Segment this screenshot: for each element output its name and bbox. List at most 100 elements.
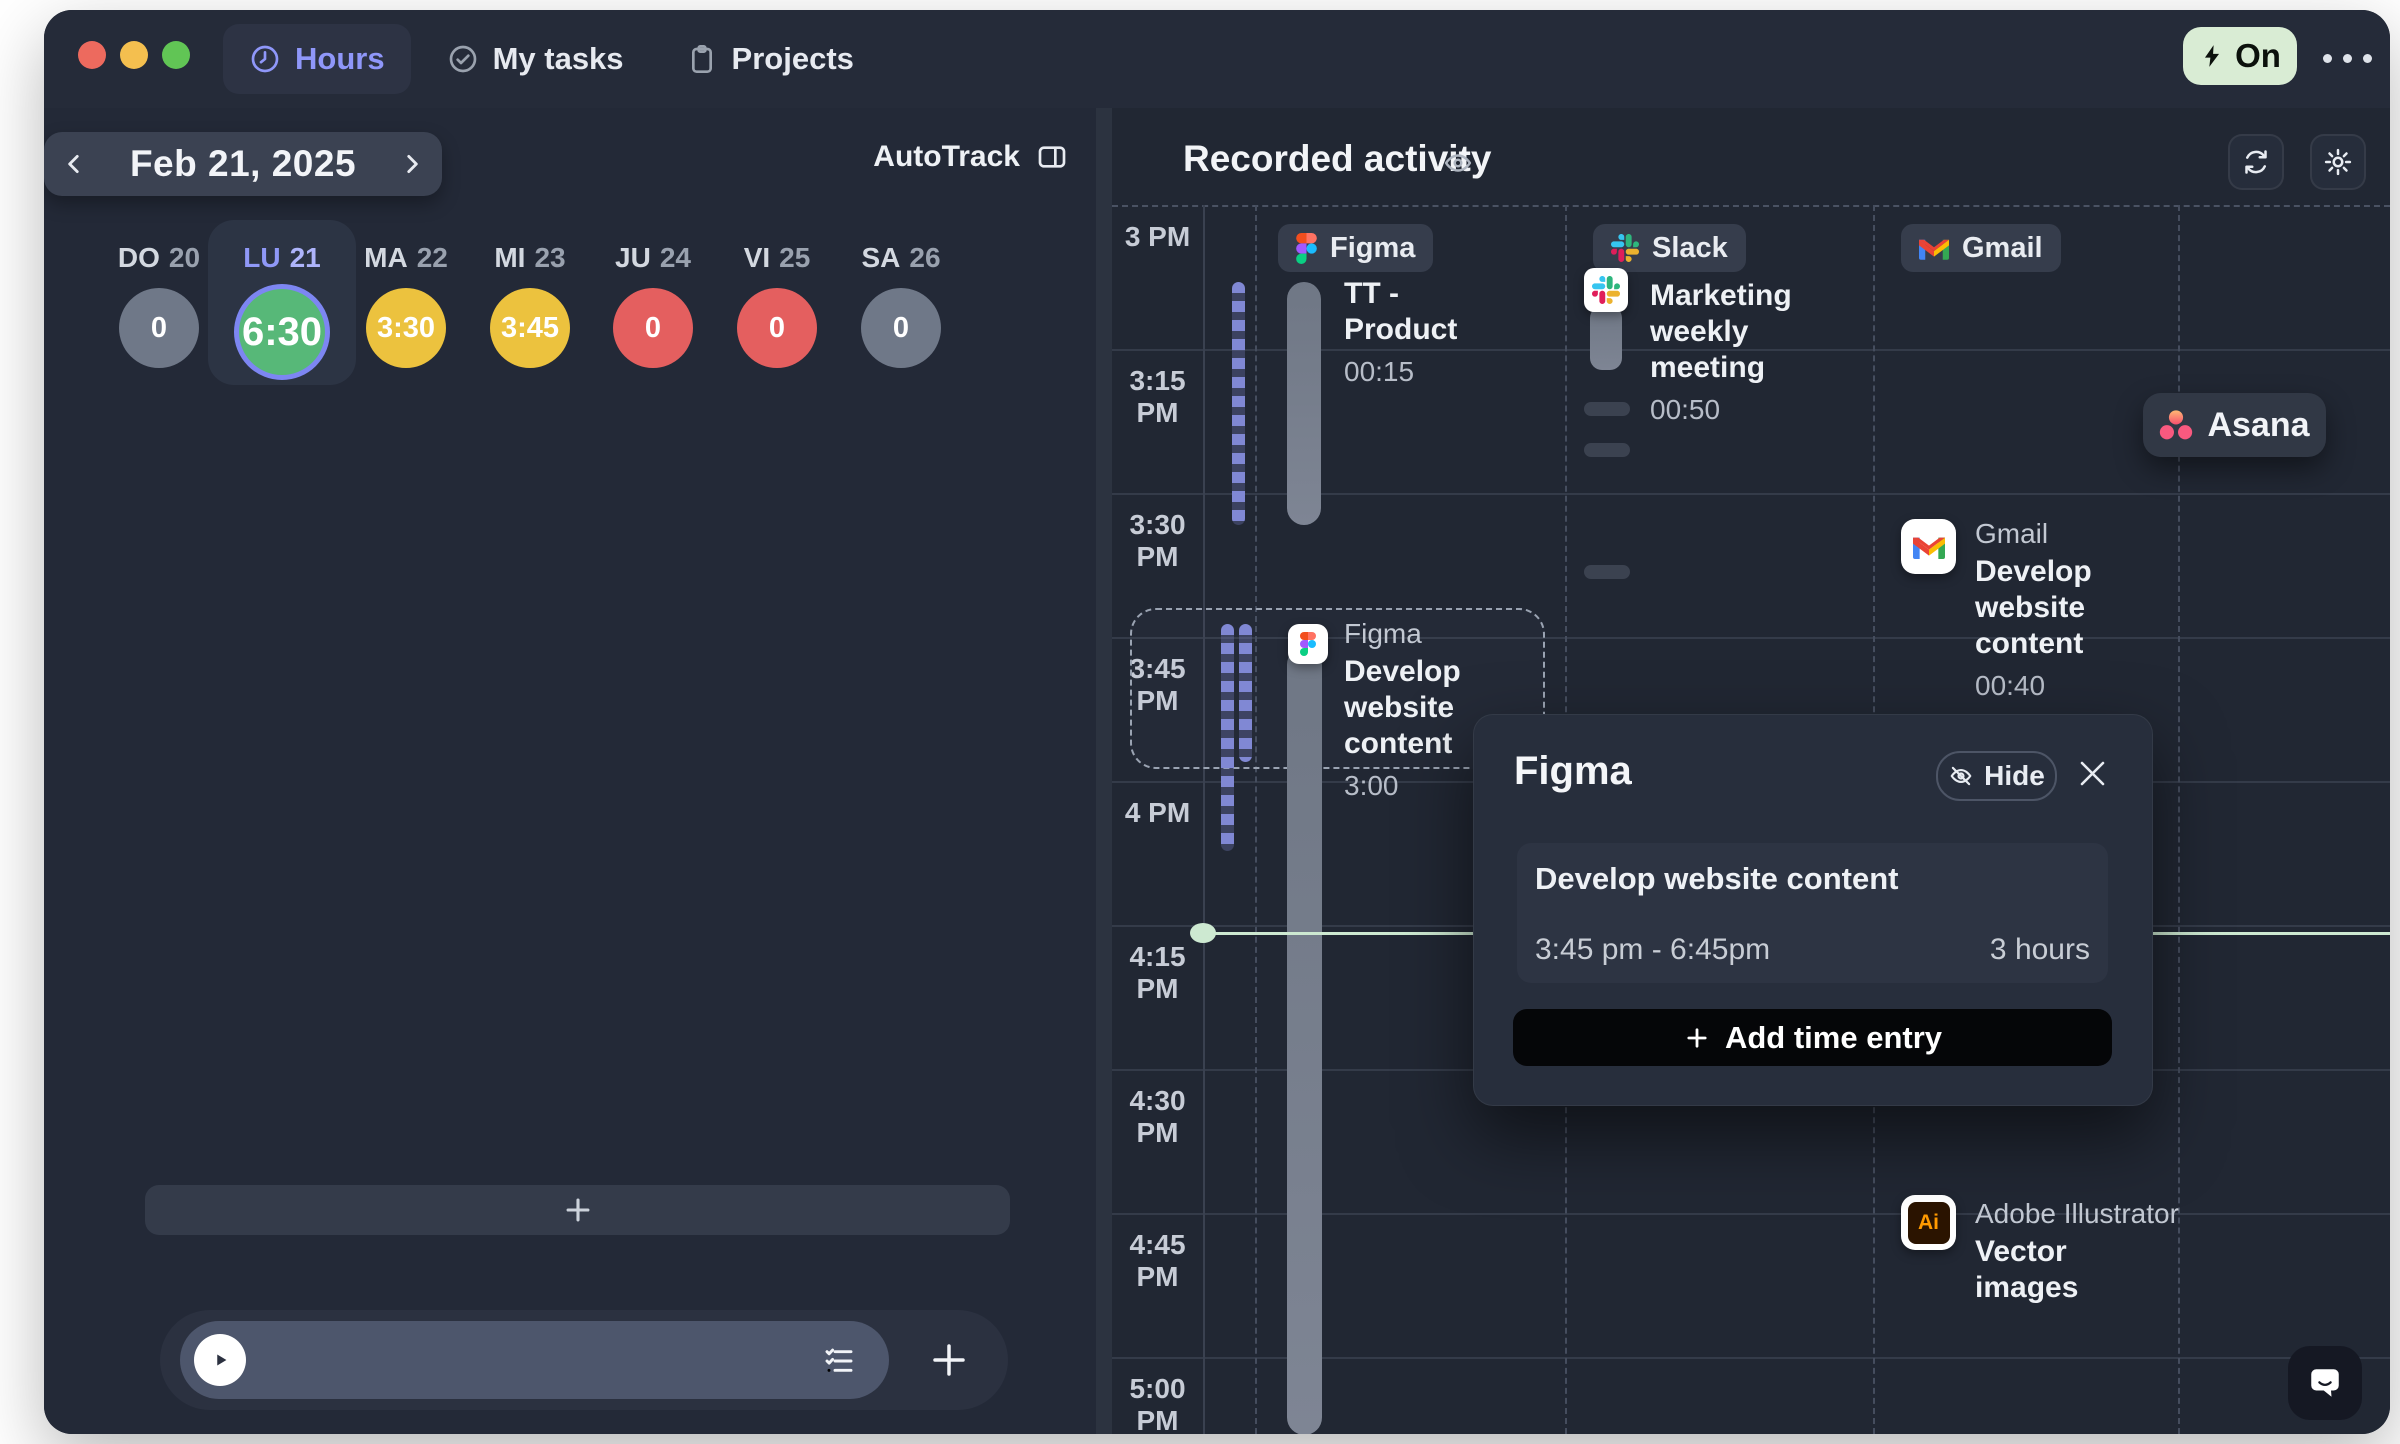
time-label: 3 PM — [1112, 221, 1203, 253]
plus-icon — [928, 1339, 970, 1381]
timer-input[interactable] — [180, 1321, 889, 1399]
tab-my-tasks-label: My tasks — [493, 41, 624, 77]
figma-chip[interactable]: Figma — [1278, 224, 1433, 272]
day-total: 6:30 — [242, 310, 322, 355]
hide-button[interactable]: Hide — [1936, 751, 2057, 801]
day-code: DO — [118, 242, 160, 273]
day-total-dial[interactable]: 6:30 — [234, 284, 330, 380]
minimize-window-button[interactable] — [120, 41, 148, 69]
entry-app-label: Gmail — [1975, 518, 2145, 550]
day-code: MA — [364, 242, 408, 273]
day-mi-23[interactable]: MI23 3:45 — [468, 242, 592, 368]
new-timer-button[interactable] — [928, 1339, 970, 1386]
autotrack-toggle[interactable]: On — [2183, 27, 2297, 85]
day-total-dial[interactable]: 0 — [861, 288, 941, 368]
day-number: 20 — [169, 242, 200, 273]
day-vi-25[interactable]: VI25 0 — [715, 242, 839, 368]
activity-entry-gmail-develop[interactable]: Gmail Develop website content 00:40 — [1975, 518, 2145, 702]
time-label: 4:45 PM — [1112, 1229, 1203, 1293]
figma-icon — [1296, 233, 1317, 264]
tab-projects-label: Projects — [732, 41, 854, 77]
add-entry-bar-button[interactable] — [145, 1185, 1010, 1235]
add-time-entry-button[interactable]: Add time entry — [1513, 1009, 2112, 1066]
day-number: 26 — [909, 242, 940, 273]
hours-panel: Feb 21, 2025 AutoTrack DO20 0 LU21 6:30 … — [44, 108, 1096, 1434]
time-label: 3:15 PM — [1112, 365, 1203, 429]
suggested-task: Develop website content — [1535, 861, 1898, 897]
day-number: 25 — [779, 242, 810, 273]
figma-chip-label: Figma — [1330, 232, 1415, 265]
activity-entry-illustrator-vector[interactable]: Adobe Illustrator Vector images — [1975, 1198, 2205, 1306]
slack-chip[interactable]: Slack — [1593, 224, 1746, 272]
screen: Hours My tasks Projects On Feb 21, 2025 — [0, 0, 2400, 1444]
day-total: 0 — [893, 312, 909, 345]
entry-title: TT - Product — [1344, 276, 1469, 348]
gmail-app-icon[interactable] — [1901, 519, 1956, 574]
entry-duration: 00:50 — [1650, 394, 1810, 426]
maximize-window-button[interactable] — [162, 41, 190, 69]
tab-hours-label: Hours — [295, 41, 385, 77]
slack-app-icon[interactable] — [1584, 268, 1628, 312]
day-total-dial[interactable]: 3:45 — [490, 288, 570, 368]
gmail-chip[interactable]: Gmail — [1901, 224, 2061, 272]
day-do-20[interactable]: DO 20 0 — [97, 242, 221, 368]
visibility-eye-icon[interactable] — [1443, 148, 1473, 183]
close-window-button[interactable] — [78, 41, 106, 69]
figma-usage-bar[interactable] — [1287, 282, 1321, 525]
tracking-indicator-bar — [1221, 624, 1234, 851]
close-popover-button[interactable] — [2075, 756, 2110, 791]
slack-icon — [1611, 234, 1639, 262]
chat-bubble-icon — [2305, 1363, 2345, 1403]
prev-day-button[interactable] — [44, 132, 104, 196]
tracking-indicator-bar — [1239, 624, 1252, 762]
next-day-button[interactable] — [382, 132, 442, 196]
asana-icon — [2159, 410, 2193, 441]
chevron-left-icon — [61, 151, 87, 177]
figma-usage-bar[interactable] — [1287, 647, 1322, 1434]
asana-chip[interactable]: Asana — [2143, 393, 2326, 457]
illustrator-app-icon[interactable]: Ai — [1901, 1195, 1956, 1250]
task-list-icon[interactable] — [823, 1345, 855, 1382]
slack-chip-label: Slack — [1652, 232, 1728, 265]
support-chat-button[interactable] — [2288, 1346, 2362, 1420]
day-ma-22[interactable]: MA22 3:30 — [344, 242, 468, 368]
gmail-icon — [1919, 237, 1949, 260]
more-menu-icon[interactable] — [2323, 54, 2372, 63]
day-lu-21-selected[interactable]: LU21 6:30 — [220, 242, 344, 380]
suggested-entry-card[interactable]: Develop website content 3:45 pm - 6:45pm… — [1517, 843, 2108, 983]
activity-entry-figma-tt-product[interactable]: TT - Product 00:15 — [1344, 276, 1474, 388]
day-number: 24 — [660, 242, 691, 273]
settings-button[interactable] — [2310, 134, 2366, 190]
refresh-button[interactable] — [2228, 134, 2284, 190]
slack-usage-bar[interactable] — [1590, 306, 1622, 370]
day-code: JU — [615, 242, 651, 273]
day-total-dial[interactable]: 0 — [119, 288, 199, 368]
hide-button-label: Hide — [1984, 760, 2045, 792]
activity-entry-slack-meeting[interactable]: Marketing weekly meeting 00:50 — [1650, 278, 1810, 426]
recorded-activity-panel: Recorded activity 3 PM 3:15 PM 3:30 PM 3… — [1112, 108, 2390, 1434]
day-total-dial[interactable]: 0 — [613, 288, 693, 368]
day-ju-24[interactable]: JU 24 0 — [591, 242, 715, 368]
day-number: 21 — [290, 242, 321, 273]
current-time-dot — [1190, 923, 1216, 943]
lightning-bolt-icon — [2199, 43, 2225, 69]
tab-hours[interactable]: Hours — [223, 24, 411, 94]
autotrack-panel-link[interactable]: AutoTrack — [873, 140, 1068, 174]
entry-title: Develop website content — [1975, 554, 2135, 662]
figma-app-icon[interactable] — [1288, 624, 1328, 664]
tab-my-tasks[interactable]: My tasks — [421, 24, 650, 94]
day-sa-26[interactable]: SA26 0 — [839, 242, 963, 368]
clipboard-icon — [686, 43, 718, 75]
entry-title: Marketing weekly meeting — [1650, 278, 1800, 386]
panel-divider — [1096, 108, 1112, 1434]
plus-icon — [561, 1193, 595, 1227]
day-total-dial[interactable]: 0 — [737, 288, 817, 368]
time-label: 4:15 PM — [1112, 941, 1203, 1005]
day-total: 3:30 — [377, 312, 435, 345]
column-separator — [1255, 205, 1257, 1434]
day-total-dial[interactable]: 3:30 — [366, 288, 446, 368]
start-timer-button[interactable] — [194, 1334, 246, 1386]
slack-activity-blip — [1584, 402, 1630, 416]
entry-duration: 00:40 — [1975, 670, 2145, 702]
tab-projects[interactable]: Projects — [660, 24, 880, 94]
